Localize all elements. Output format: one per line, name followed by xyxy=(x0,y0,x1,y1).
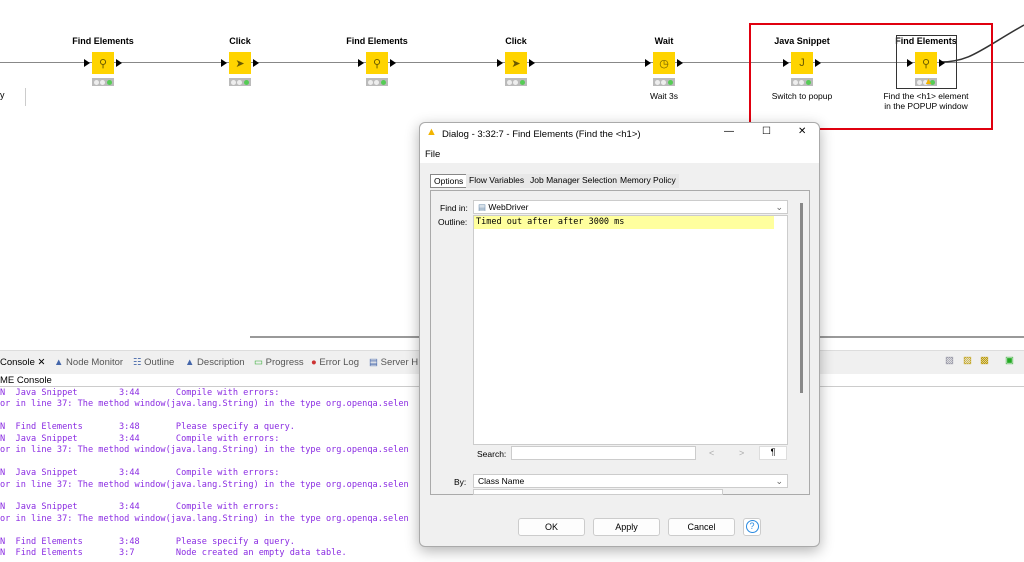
query-input[interactable] xyxy=(473,489,723,495)
close-icon[interactable]: ✕ xyxy=(38,357,46,368)
node-name: Wait xyxy=(619,36,709,48)
open-console-icon[interactable]: ▣ xyxy=(1005,355,1014,366)
ok-button[interactable]: OK xyxy=(518,518,585,536)
dialog-title: Dialog - 3:32:7 - Find Elements (Find th… xyxy=(442,129,641,140)
tab-node-monitor[interactable]: ▲ Node Monitor xyxy=(54,357,123,368)
workflow-node[interactable]: Click ➤ xyxy=(471,36,561,91)
prev-button[interactable]: < xyxy=(709,448,714,458)
help-icon: ? xyxy=(746,520,759,533)
console-line: N Java Snippet 3:44 Compile with errors: xyxy=(0,388,409,399)
node-status-lights xyxy=(366,78,388,86)
tab-progress[interactable]: ▭ Progress xyxy=(254,357,304,368)
tab-options[interactable]: Options xyxy=(430,174,467,188)
console-line: or in line 37: The method window(java.la… xyxy=(0,445,409,456)
clipped-label: y xyxy=(0,90,5,100)
server-icon: ▤ xyxy=(369,357,378,368)
progress-icon: ▭ xyxy=(254,357,263,368)
workflow-node[interactable]: Wait ◷ Wait 3s xyxy=(619,36,709,101)
console-line: N Find Elements 3:48 Please specify a qu… xyxy=(0,422,409,433)
maximize-button[interactable]: ☐ xyxy=(762,126,771,137)
tab-description[interactable]: ▲ Description xyxy=(185,357,245,368)
options-panel: Find in: ▤ WebDriver⌄ Outline: Timed out… xyxy=(430,190,810,495)
menu-file[interactable]: File xyxy=(425,149,440,160)
cursor-icon[interactable]: ➤ xyxy=(229,52,251,74)
console-line: N Java Snippet 3:44 Compile with errors: xyxy=(0,468,409,479)
console-line xyxy=(0,411,409,422)
clock-icon[interactable]: ◷ xyxy=(653,52,675,74)
minimize-button[interactable]: — xyxy=(724,126,734,137)
knime-warning-icon: ▲ xyxy=(426,126,437,138)
by-label: By: xyxy=(454,477,466,487)
scrollbar[interactable] xyxy=(800,203,803,393)
node-status-lights xyxy=(505,78,527,86)
outline-textarea[interactable]: Timed out after after 3000 ms xyxy=(473,215,788,445)
workflow-node[interactable]: Find Elements ⚲ xyxy=(58,36,148,91)
tab-error-log[interactable]: ● Error Log xyxy=(311,357,359,368)
by-select[interactable]: Class Name⌄ xyxy=(473,474,788,488)
close-button[interactable]: ✕ xyxy=(798,126,806,137)
workflow-node[interactable]: Find Elements ⚲ xyxy=(332,36,422,91)
console-title: ME Console xyxy=(0,375,52,386)
console-line xyxy=(0,525,409,536)
workflow-node[interactable]: Click ➤ xyxy=(195,36,285,91)
find-elements-icon[interactable]: ⚲ xyxy=(366,52,388,74)
console-line: N Java Snippet 3:44 Compile with errors: xyxy=(0,502,409,513)
apply-button[interactable]: Apply xyxy=(593,518,660,536)
find-in-select[interactable]: ▤ WebDriver⌄ xyxy=(473,200,788,214)
console-line xyxy=(0,457,409,468)
outline-label: Outline: xyxy=(438,217,467,227)
find-elements-icon[interactable]: ⚲ xyxy=(92,52,114,74)
node-name: Find Elements xyxy=(332,36,422,48)
divider xyxy=(25,88,26,106)
tab-flow-variables[interactable]: Flow Variables xyxy=(466,174,527,188)
next-button[interactable]: > xyxy=(739,448,744,458)
console-line: N Find Elements 3:7 Node created an empt… xyxy=(0,548,409,559)
console-line: or in line 37: The method window(java.la… xyxy=(0,514,409,525)
tab-console[interactable]: Console ✕ xyxy=(0,357,45,368)
node-name: Click xyxy=(195,36,285,48)
outline-icon: ☷ xyxy=(133,357,142,368)
cursor-icon[interactable]: ➤ xyxy=(505,52,527,74)
clear-console-icon[interactable]: ▧ xyxy=(945,355,954,366)
find-in-label: Find in: xyxy=(440,203,468,213)
node-status-lights xyxy=(92,78,114,86)
tab-job-manager[interactable]: Job Manager Selection xyxy=(527,174,620,188)
pin-icon[interactable]: ▩ xyxy=(980,355,989,366)
console-line: or in line 37: The method window(java.la… xyxy=(0,480,409,491)
console-line: N Find Elements 3:48 Please specify a qu… xyxy=(0,537,409,548)
console-line: N Java Snippet 3:44 Compile with errors: xyxy=(0,434,409,445)
node-status-lights xyxy=(229,78,251,86)
tab-outline[interactable]: ☷ Outline xyxy=(133,357,174,368)
tab-server[interactable]: ▤ Server H xyxy=(369,357,418,368)
cancel-button[interactable]: Cancel xyxy=(668,518,735,536)
selected-node-frame xyxy=(896,35,957,89)
webdriver-icon: ▤ xyxy=(478,202,486,212)
node-dialog: ▲ Dialog - 3:32:7 - Find Elements (Find … xyxy=(419,122,820,547)
node-status-lights xyxy=(653,78,675,86)
node-name: Find Elements xyxy=(58,36,148,48)
console-output[interactable]: N Java Snippet 3:44 Compile with errors:… xyxy=(0,388,409,560)
monitor-icon: ▲ xyxy=(54,357,63,368)
help-button[interactable]: ? xyxy=(743,518,761,536)
console-line: or in line 37: The method window(java.la… xyxy=(0,399,409,410)
node-name: Click xyxy=(471,36,561,48)
lock-scroll-icon[interactable]: ▨ xyxy=(963,355,972,366)
tab-memory-policy[interactable]: Memory Policy xyxy=(617,174,679,188)
node-label: Wait 3s xyxy=(619,91,709,101)
search-label: Search: xyxy=(477,449,506,459)
description-icon: ▲ xyxy=(185,357,194,368)
error-log-icon: ● xyxy=(311,357,317,368)
pilcrow-toggle[interactable]: ¶ xyxy=(759,446,787,460)
menu-bar: File xyxy=(420,145,819,163)
search-input[interactable] xyxy=(511,446,696,460)
title-bar[interactable]: ▲ Dialog - 3:32:7 - Find Elements (Find … xyxy=(420,123,819,145)
console-line xyxy=(0,491,409,502)
